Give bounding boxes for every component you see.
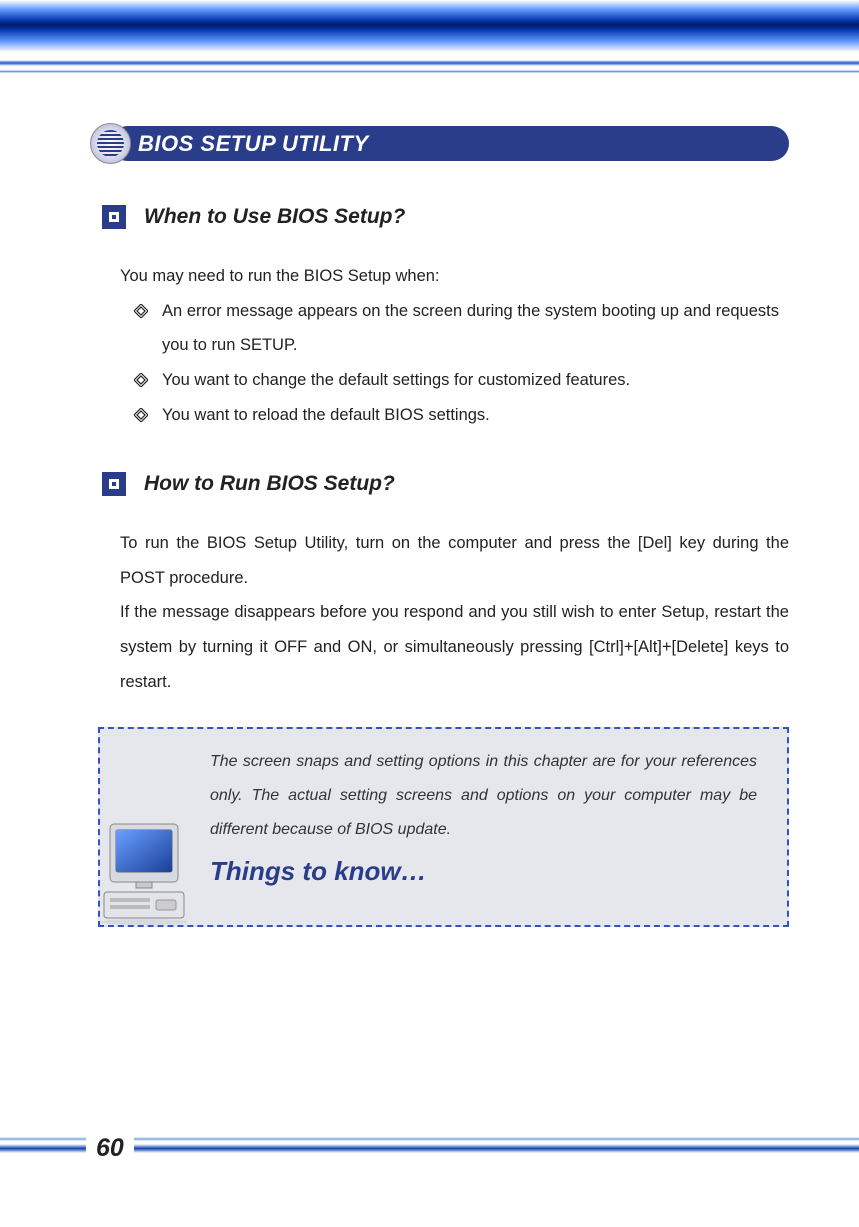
page-number: 60 [86, 1134, 134, 1163]
list-item: An error message appears on the screen d… [120, 294, 779, 363]
header-decoration [0, 0, 859, 73]
heading-text: How to Run BIOS Setup? [144, 472, 395, 496]
page-content: BIOS SETUP UTILITY When to Use BIOS Setu… [0, 73, 859, 927]
diamond-icon [120, 294, 162, 318]
diamond-icon [120, 398, 162, 422]
intro-text: You may need to run the BIOS Setup when: [120, 259, 789, 294]
bullet-text: An error message appears on the screen d… [162, 294, 779, 363]
chapter-title: BIOS SETUP UTILITY [138, 131, 369, 157]
paragraph-text: To run the BIOS Setup Utility, turn on t… [120, 526, 789, 595]
bullet-text: You want to change the default settings … [162, 363, 779, 398]
chapter-title-banner: BIOS SETUP UTILITY [90, 123, 789, 165]
bullet-list: An error message appears on the screen d… [120, 294, 779, 433]
info-callout-box: The screen snaps and setting options in … [98, 727, 789, 927]
info-title: Things to know… [210, 856, 757, 887]
info-text: The screen snaps and setting options in … [210, 745, 757, 846]
heading-text: When to Use BIOS Setup? [144, 205, 405, 229]
bullet-text: You want to reload the default BIOS sett… [162, 398, 779, 433]
paragraph-text: If the message disappears before you res… [120, 595, 789, 699]
section-heading-when: When to Use BIOS Setup? [102, 205, 789, 229]
section-heading-how: How to Run BIOS Setup? [102, 472, 789, 496]
square-bullet-icon [102, 205, 126, 229]
list-item: You want to change the default settings … [120, 363, 779, 398]
diamond-icon [120, 363, 162, 387]
computer-icon [94, 818, 194, 931]
square-bullet-icon [102, 472, 126, 496]
list-item: You want to reload the default BIOS sett… [120, 398, 779, 433]
title-circle-icon [90, 123, 131, 164]
